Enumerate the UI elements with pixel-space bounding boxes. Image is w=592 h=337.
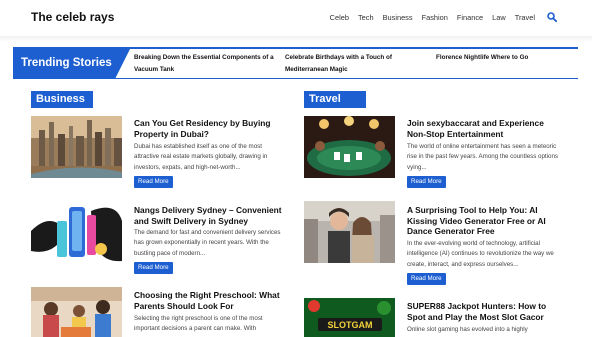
article-title[interactable]: Choosing the Right Preschool: What Paren… xyxy=(134,290,280,311)
nav-tech[interactable]: Tech xyxy=(358,13,374,23)
casino-table-image[interactable] xyxy=(304,116,395,178)
dubai-skyline-image[interactable] xyxy=(31,116,122,178)
section-heading-travel: Travel xyxy=(304,91,366,108)
nav-law[interactable]: Law xyxy=(492,13,506,23)
read-more-button[interactable]: Read More xyxy=(407,176,446,188)
trending-story-link[interactable]: Florence Nightlife Where to Go xyxy=(436,52,576,64)
nav-business[interactable]: Business xyxy=(383,13,413,23)
article-title[interactable]: SUPER88 Jackpot Hunters: How to Spot and… xyxy=(407,301,557,322)
nav-celeb[interactable]: Celeb xyxy=(330,13,349,23)
header-divider xyxy=(0,36,592,42)
article-excerpt: Dubai has established itself as one of t… xyxy=(134,143,268,171)
site-header: The celeb rays Celeb Tech Business Fashi… xyxy=(0,0,592,36)
article-excerpt: Selecting the right preschool is one of … xyxy=(134,315,263,333)
article-title[interactable]: A Surprising Tool to Help You: AI Kissin… xyxy=(407,205,557,237)
couple-photo-image[interactable] xyxy=(304,201,395,263)
article-title[interactable]: Join sexybaccarat and Experience Non-Sto… xyxy=(407,118,557,139)
search-icon[interactable] xyxy=(547,12,557,22)
trending-bar: Trending Stories Breaking Down the Essen… xyxy=(13,47,578,81)
section-heading-business: Business xyxy=(31,91,93,108)
trending-story-link[interactable]: Celebrate Birthdays with a Touch of Medi… xyxy=(285,52,425,75)
article-excerpt: The demand for fast and convenient deliv… xyxy=(134,229,281,257)
nav-fashion[interactable]: Fashion xyxy=(422,13,448,23)
nav-finance[interactable]: Finance xyxy=(457,13,483,23)
trending-story-link[interactable]: Breaking Down the Essential Components o… xyxy=(134,52,279,75)
slot-game-image[interactable]: SLOTGAM xyxy=(304,298,395,337)
article-title[interactable]: Nangs Delivery Sydney – Convenient and S… xyxy=(134,205,284,226)
svg-text:SLOTGAM: SLOTGAM xyxy=(328,320,373,330)
article-excerpt: The world of online entertainment has se… xyxy=(407,143,558,171)
article-title[interactable]: Can You Get Residency by Buying Property… xyxy=(134,118,280,139)
trending-label: Trending Stories xyxy=(21,57,112,69)
read-more-button[interactable]: Read More xyxy=(407,273,446,285)
nangs-product-image[interactable] xyxy=(31,201,122,263)
site-logo[interactable]: The celeb rays xyxy=(31,10,114,24)
main-nav: Celeb Tech Business Fashion Finance Law … xyxy=(321,12,557,23)
read-more-button[interactable]: Read More xyxy=(134,176,173,188)
article-excerpt: In the ever-evolving world of technology… xyxy=(407,240,554,268)
article-excerpt: Online slot gaming has evolved into a hi… xyxy=(407,326,528,333)
nav-travel[interactable]: Travel xyxy=(515,13,535,23)
preschool-image[interactable] xyxy=(31,287,122,337)
read-more-button[interactable]: Read More xyxy=(134,262,173,274)
